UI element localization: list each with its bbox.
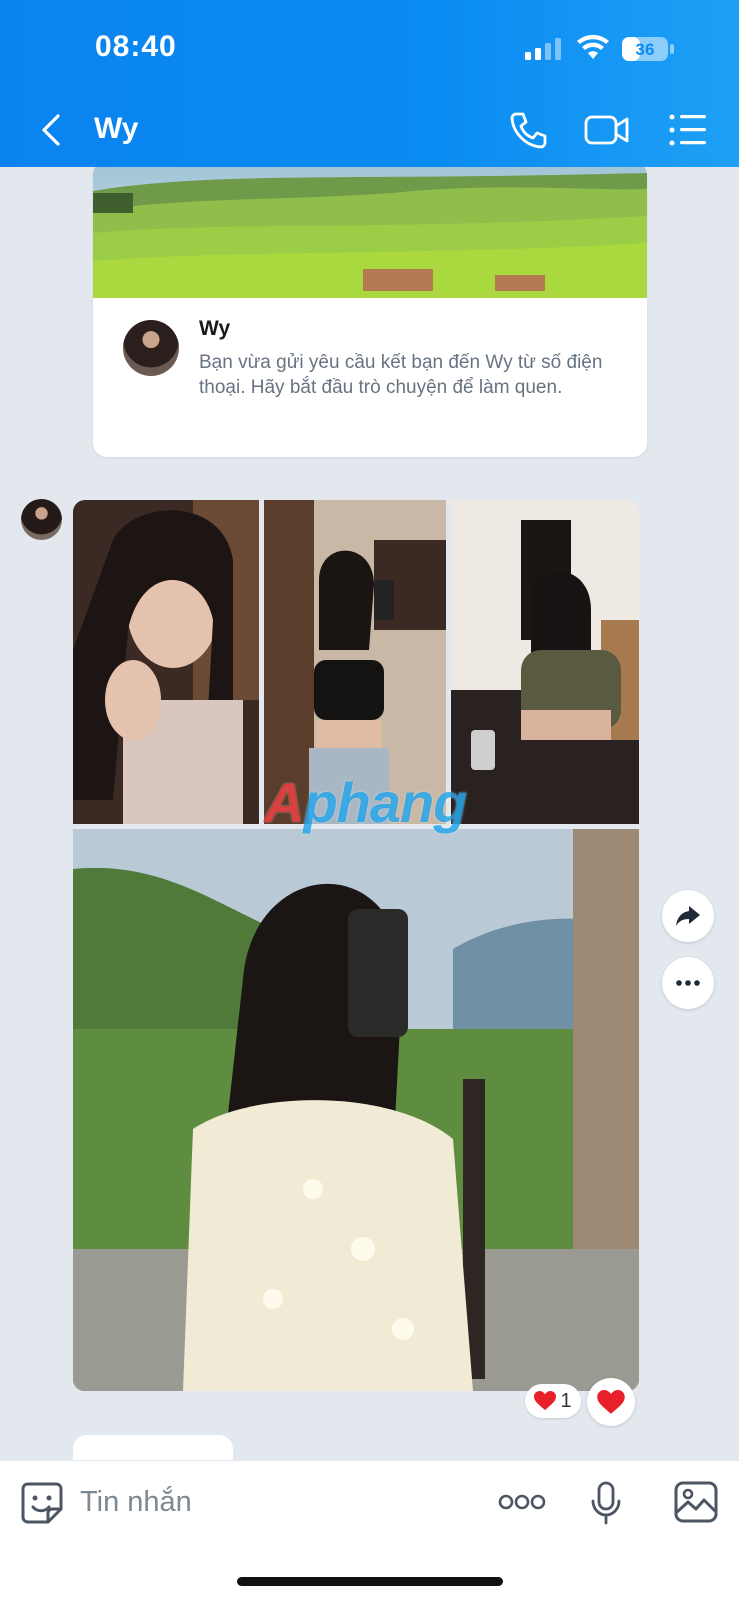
battery-icon: 36	[622, 37, 674, 61]
status-time: 08:40	[95, 30, 177, 63]
reaction-count: 1	[560, 1389, 572, 1412]
more-options-icon[interactable]	[498, 1489, 546, 1515]
sticker-icon[interactable]	[20, 1481, 64, 1525]
message-input[interactable]	[80, 1479, 460, 1525]
reaction-summary[interactable]: 1	[525, 1384, 581, 1418]
friend-request-card[interactable]: Wy Bạn vừa gửi yêu cầu kết bạn đến Wy từ…	[93, 167, 647, 457]
video-call-button[interactable]	[584, 110, 630, 150]
heart-icon	[534, 1391, 557, 1410]
chat-header: 08:40 36 Wy	[0, 0, 739, 167]
react-button[interactable]	[587, 1378, 635, 1426]
image-icon[interactable]	[674, 1481, 718, 1523]
next-message-bubble[interactable]	[73, 1435, 233, 1460]
battery-level: 36	[636, 40, 655, 59]
phone-call-button[interactable]	[508, 110, 548, 150]
sender-avatar[interactable]	[21, 499, 62, 540]
share-button[interactable]	[662, 890, 714, 942]
message-more-button[interactable]	[662, 957, 714, 1009]
friend-request-message: Bạn vừa gửi yêu cầu kết bạn đến Wy từ số…	[199, 352, 603, 398]
wifi-icon	[577, 34, 609, 59]
heart-icon	[597, 1389, 625, 1414]
chat-content[interactable]: Wy Bạn vừa gửi yêu cầu kết bạn đến Wy từ…	[0, 167, 739, 1460]
cover-photo	[93, 167, 647, 298]
message-input-bar	[0, 1460, 739, 1600]
share-arrow-icon	[676, 906, 700, 926]
photo-main[interactable]	[73, 829, 639, 1391]
more-dots-icon	[676, 980, 700, 986]
conversation-menu-button[interactable]	[668, 112, 708, 148]
cellular-signal-icon	[525, 38, 561, 60]
home-indicator	[237, 1577, 503, 1586]
photo-album-message[interactable]	[73, 500, 639, 1397]
back-button[interactable]	[34, 108, 70, 152]
chat-title[interactable]: Wy	[94, 112, 138, 146]
contact-avatar[interactable]	[123, 320, 179, 376]
watermark: Aphang	[264, 771, 467, 834]
contact-name: Wy	[199, 317, 231, 340]
microphone-icon[interactable]	[590, 1481, 622, 1525]
photo-thumbnail[interactable]	[451, 500, 639, 824]
photo-thumbnail[interactable]	[73, 500, 259, 824]
